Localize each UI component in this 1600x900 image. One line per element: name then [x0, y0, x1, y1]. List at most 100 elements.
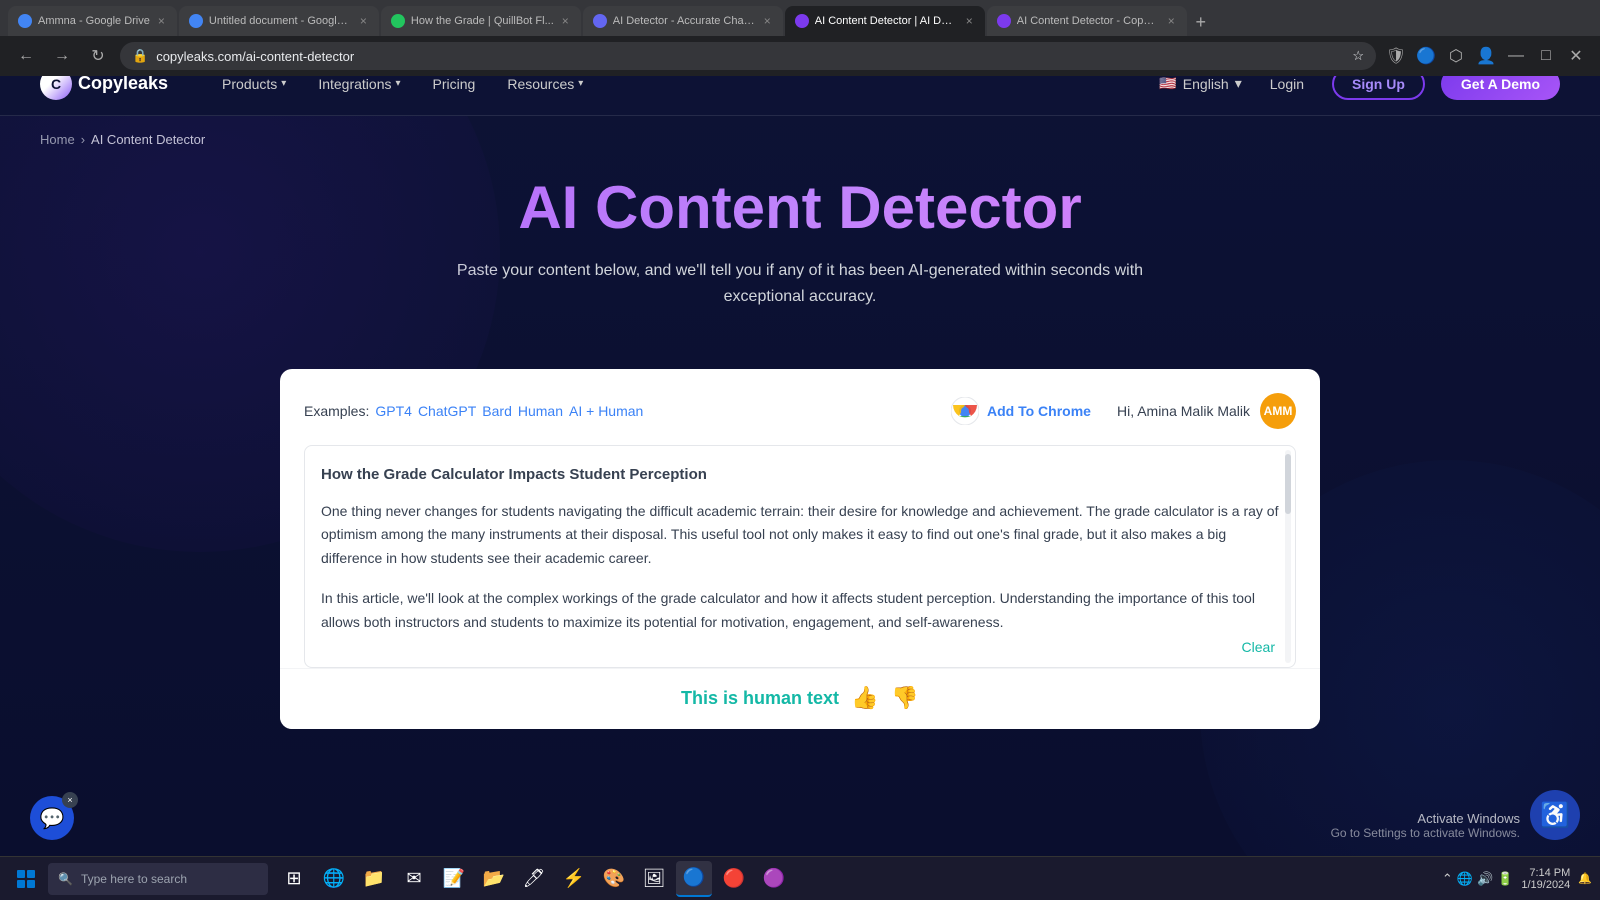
browser-chrome: Ammna - Google Drive × Untitled document… [0, 0, 1600, 52]
taskbar-clock[interactable]: 7:14 PM 1/19/2024 [1521, 867, 1570, 891]
example-bard[interactable]: Bard [482, 403, 512, 419]
example-chatgpt[interactable]: ChatGPT [418, 403, 476, 419]
chat-widget-button[interactable]: 💬 × [30, 796, 74, 840]
taskbar-system-icons: ⌃ 🌐 🔊 🔋 [1442, 871, 1513, 887]
taskbar-network-icon[interactable]: 🌐 [1457, 871, 1473, 887]
tab-close-button[interactable]: × [762, 12, 773, 30]
minimize-button[interactable]: — [1504, 44, 1528, 68]
taskbar-app-8[interactable]: ⚡ [556, 861, 592, 897]
page-title: AI Content Detector [40, 173, 1560, 242]
star-icon: ☆ [1352, 48, 1364, 64]
taskbar-app-13[interactable]: 🟣 [756, 861, 792, 897]
text-para-1: One thing never changes for students nav… [321, 500, 1279, 571]
taskbar-app-6[interactable]: 📂 [476, 861, 512, 897]
browser-tab-5[interactable]: AI Content Detector | AI Det... × [785, 6, 985, 36]
taskbar-app-11[interactable]: 🔵 [676, 861, 712, 897]
tab-title: AI Detector - Accurate Chat... [613, 15, 756, 27]
extension-icon-1[interactable]: 🛡 [1384, 44, 1408, 68]
lang-chevron-icon: ▾ [1235, 75, 1242, 92]
taskbar-arrow-icon[interactable]: ⌃ [1442, 871, 1453, 887]
example-gpt4[interactable]: GPT4 [375, 403, 412, 419]
tab-title: AI Content Detector | AI Det... [815, 15, 958, 27]
address-bar[interactable]: 🔒 copyleaks.com/ai-content-detector ☆ [120, 42, 1376, 70]
browser-tab-6[interactable]: AI Content Detector - Copyle... × [987, 6, 1187, 36]
taskbar-volume-icon[interactable]: 🔊 [1477, 871, 1493, 887]
scrollbar-thumb[interactable] [1285, 454, 1291, 514]
new-tab-button[interactable]: + [1187, 8, 1215, 36]
tab-title: Untitled document - Google ... [209, 15, 352, 27]
taskbar-app-5[interactable]: 📝 [436, 861, 472, 897]
taskbar-app-4[interactable]: ✉ [396, 861, 432, 897]
windows-icon [17, 870, 35, 888]
language-selector[interactable]: 🇺🇸 English ▾ [1159, 75, 1241, 92]
integrations-chevron-icon: ▾ [396, 78, 401, 89]
taskbar-battery-icon[interactable]: 🔋 [1497, 871, 1513, 887]
tab-favicon [997, 14, 1011, 28]
toolbar-actions: 🛡 🔵 ⬡ 👤 — □ ✕ [1384, 44, 1588, 68]
example-ai-human[interactable]: AI + Human [569, 403, 643, 419]
back-button[interactable]: ← [12, 42, 40, 70]
tab-close-button[interactable]: × [560, 12, 571, 30]
chat-icon: 💬 [40, 806, 65, 831]
website-content: C Copyleaks Products ▾ Integrations ▾ Pr… [0, 52, 1600, 860]
taskbar-app-3[interactable]: 📁 [356, 861, 392, 897]
start-button[interactable] [8, 861, 44, 897]
lock-icon: 🔒 [132, 48, 148, 64]
browser-tab-4[interactable]: AI Detector - Accurate Chat... × [583, 6, 783, 36]
search-icon: 🔍 [58, 872, 73, 886]
tab-close-button[interactable]: × [358, 12, 369, 30]
chat-close-button[interactable]: × [62, 792, 78, 808]
thumbup-button[interactable]: 👍 [851, 685, 879, 713]
taskbar-app-9[interactable]: 🎨 [596, 861, 632, 897]
taskbar: 🔍 Type here to search ⊞🌐📁✉📝📂🖊⚡🎨🖼🔵🔴🟣 ⌃ 🌐 … [0, 856, 1600, 900]
example-human[interactable]: Human [518, 403, 563, 419]
maximize-button[interactable]: □ [1534, 44, 1558, 68]
forward-button[interactable]: → [48, 42, 76, 70]
reload-button[interactable]: ↻ [84, 42, 112, 70]
language-label: English [1183, 76, 1229, 92]
browser-tab-1[interactable]: Ammna - Google Drive × [8, 6, 177, 36]
browser-tab-2[interactable]: Untitled document - Google ... × [179, 6, 379, 36]
extension-icon-2[interactable]: 🔵 [1414, 44, 1438, 68]
taskbar-app-2[interactable]: 🌐 [316, 861, 352, 897]
logo-text: Copyleaks [78, 73, 168, 94]
hero-section: AI Content Detector Paste your content b… [0, 163, 1600, 369]
tab-close-button[interactable]: × [964, 12, 975, 30]
scrollbar-track[interactable] [1285, 450, 1291, 662]
browser-toolbar: ← → ↻ 🔒 copyleaks.com/ai-content-detecto… [0, 36, 1600, 76]
tab-close-button[interactable]: × [1166, 12, 1177, 30]
extension-icon-3[interactable]: ⬡ [1444, 44, 1468, 68]
resources-chevron-icon: ▾ [578, 78, 583, 89]
notification-icon[interactable]: 🔔 [1578, 872, 1592, 885]
breadcrumb-separator: › [81, 132, 85, 147]
text-content: How the Grade Calculator Impacts Student… [321, 462, 1279, 634]
taskbar-app-1[interactable]: ⊞ [276, 861, 312, 897]
breadcrumb: Home › AI Content Detector [0, 116, 1600, 163]
breadcrumb-home[interactable]: Home [40, 132, 75, 147]
search-placeholder: Type here to search [81, 872, 187, 886]
close-button[interactable]: ✕ [1564, 44, 1588, 68]
browser-tab-3[interactable]: How the Grade | QuillBot Fl... × [381, 6, 581, 36]
detector-card: Examples: GPT4 ChatGPT Bard Human AI + H… [280, 369, 1320, 728]
taskbar-app-7[interactable]: 🖊 [516, 861, 552, 897]
tab-close-button[interactable]: × [156, 12, 167, 30]
chrome-icon [951, 397, 979, 425]
tab-favicon [795, 14, 809, 28]
taskbar-search[interactable]: 🔍 Type here to search [48, 863, 268, 895]
taskbar-right: ⌃ 🌐 🔊 🔋 7:14 PM 1/19/2024 🔔 [1442, 867, 1592, 891]
add-to-chrome-button[interactable]: Add To Chrome [951, 397, 1091, 425]
profile-icon[interactable]: 👤 [1474, 44, 1498, 68]
tab-title: How the Grade | QuillBot Fl... [411, 15, 554, 27]
thumbdown-button[interactable]: 👎 [891, 685, 919, 713]
examples-label: Examples: [304, 403, 369, 419]
taskbar-app-10[interactable]: 🖼 [636, 861, 672, 897]
tab-favicon [593, 14, 607, 28]
examples-row: Examples: GPT4 ChatGPT Bard Human AI + H… [304, 393, 1296, 429]
text-input-area[interactable]: How the Grade Calculator Impacts Student… [304, 445, 1296, 667]
address-text: copyleaks.com/ai-content-detector [156, 49, 1344, 64]
taskbar-app-12[interactable]: 🔴 [716, 861, 752, 897]
clear-button[interactable]: Clear [1242, 639, 1275, 655]
accessibility-button[interactable]: ♿ [1530, 790, 1580, 840]
activation-watermark: Activate Windows Go to Settings to activ… [1331, 811, 1520, 840]
products-chevron-icon: ▾ [281, 78, 286, 89]
